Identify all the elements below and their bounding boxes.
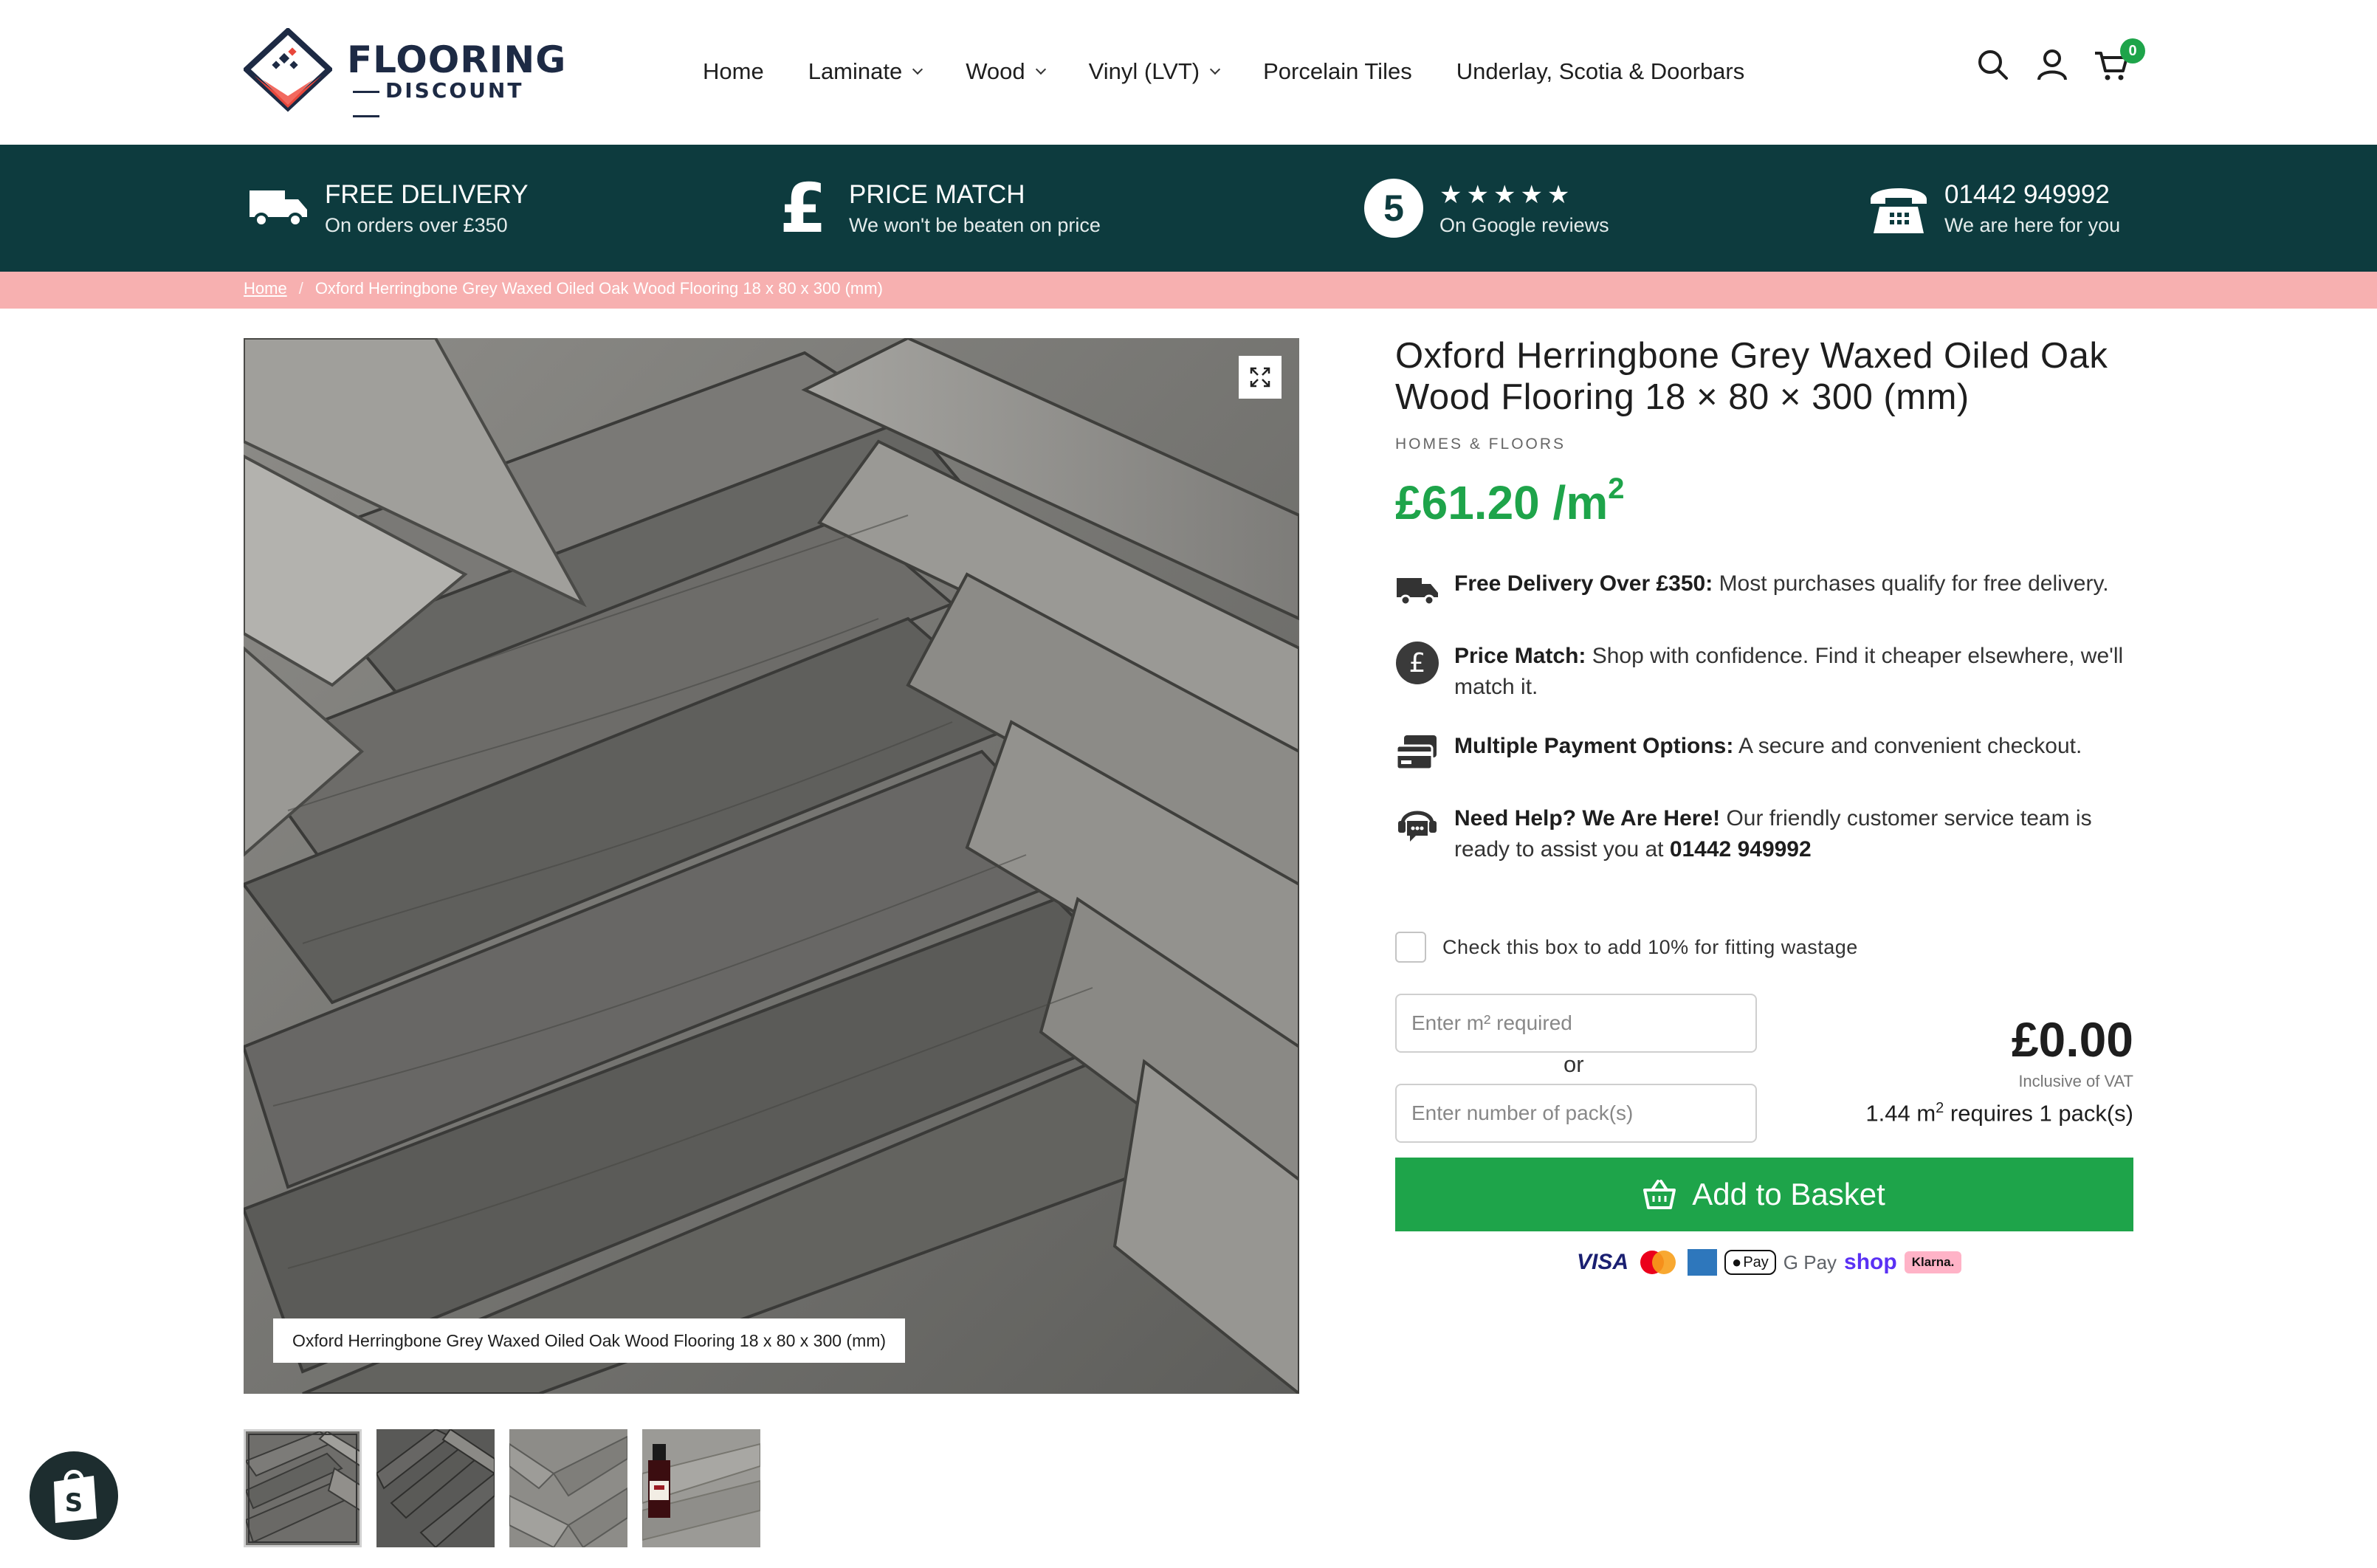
product-info: Oxford Herringbone Grey Waxed Oiled Oak …: [1395, 335, 2133, 530]
nav-laminate[interactable]: Laminate: [808, 58, 923, 85]
google-pay-logo: G Pay: [1783, 1251, 1837, 1273]
product-vendor[interactable]: HOMES & FLOORS: [1395, 436, 2133, 453]
cart-icon[interactable]: 0: [2094, 38, 2145, 83]
support-icon: [1395, 803, 1439, 847]
thumbnail-1[interactable]: [244, 1429, 362, 1547]
add-to-basket-button[interactable]: Add to Basket: [1395, 1158, 2133, 1231]
product-price: £61.20 /m2: [1395, 472, 1625, 529]
expand-image-button[interactable]: [1239, 356, 1282, 399]
breadcrumb-bar: Home / Oxford Herringbone Grey Waxed Oil…: [0, 272, 2377, 309]
total-price: £0.00: [2011, 1012, 2133, 1067]
support-phone-link[interactable]: 01442 949992: [1670, 837, 1812, 862]
vat-note: Inclusive of VAT: [2018, 1072, 2133, 1090]
feature-free-delivery: Free Delivery Over £350: Most purchases …: [1395, 568, 2133, 613]
thumbnail-3[interactable]: [509, 1429, 627, 1547]
usp-reviews-sub: On Google reviews: [1439, 213, 1609, 236]
thumbnail-strip: [244, 1429, 760, 1547]
breadcrumb-separator: /: [298, 279, 303, 298]
wastage-label[interactable]: Check this box to add 10% for fitting wa…: [1442, 936, 1858, 959]
product-title: Oxford Herringbone Grey Waxed Oiled Oak …: [1395, 336, 2108, 417]
chevron-down-icon: [1210, 63, 1221, 75]
wastage-option: Check this box to add 10% for fitting wa…: [1395, 932, 1858, 963]
cart-count-badge: 0: [2120, 38, 2145, 63]
nav-vinyl[interactable]: Vinyl (LVT): [1089, 58, 1221, 85]
thumbnail-2[interactable]: [376, 1429, 495, 1547]
payment-methods: VISA ● Pay G Pay shop Klarna.: [1577, 1245, 1962, 1280]
nav-home[interactable]: Home: [703, 58, 764, 85]
site-header: FLOORING DISCOUNT Home Laminate Wood Vin…: [0, 0, 2377, 145]
shop-pay-logo: shop: [1844, 1250, 1897, 1274]
wastage-checkbox[interactable]: [1395, 932, 1426, 963]
m2-required-input[interactable]: [1395, 994, 1757, 1053]
basket-icon: [1643, 1180, 1676, 1209]
usp-phone-number: 01442 949992: [1944, 179, 2110, 209]
product-features: Free Delivery Over £350: Most purchases …: [1395, 568, 2133, 893]
logo-mark-icon: [244, 28, 332, 112]
rating-badge: 5: [1363, 177, 1425, 239]
chevron-down-icon: [1035, 63, 1046, 75]
feature-need-help: Need Help? We Are Here! Our friendly cus…: [1395, 803, 2133, 865]
card-icon: [1395, 731, 1439, 775]
pack-coverage: 1.44 m2 requires 1 pack(s): [1865, 1100, 2133, 1127]
or-separator: or: [1564, 1051, 1584, 1077]
pound-icon: £: [1395, 641, 1439, 685]
pound-icon: £: [779, 168, 827, 248]
breadcrumb: Home / Oxford Herringbone Grey Waxed Oil…: [244, 279, 883, 298]
breadcrumb-current: Oxford Herringbone Grey Waxed Oiled Oak …: [314, 279, 883, 298]
search-icon[interactable]: [1975, 47, 2011, 83]
truck-icon: [248, 177, 310, 239]
usp-price-match-sub: We won't be beaten on price: [849, 213, 1101, 236]
herringbone-floor-image: [244, 338, 1299, 1394]
mastercard-icon: [1640, 1251, 1676, 1274]
shopping-bag-icon: S: [54, 1470, 97, 1523]
site-logo[interactable]: FLOORING DISCOUNT: [244, 28, 565, 117]
nav-underlay[interactable]: Underlay, Scotia & Doorbars: [1456, 58, 1745, 85]
svg-text:S: S: [65, 1488, 83, 1518]
logo-subtext: DISCOUNT: [347, 78, 554, 127]
usp-price-match-title: PRICE MATCH: [849, 179, 1025, 209]
total-summary: £0.00 Inclusive of VAT 1.44 m2 requires …: [1764, 1011, 2133, 1127]
header-actions: 0: [1975, 38, 2145, 83]
usp-bar: FREE DELIVERY On orders over £350 £ PRIC…: [0, 145, 2377, 272]
usp-delivery-title: FREE DELIVERY: [325, 179, 529, 209]
usp-price-match: £ PRICE MATCH We won't be beaten on pric…: [772, 168, 1101, 248]
phone-icon: [1868, 177, 1930, 239]
product-main-image[interactable]: Oxford Herringbone Grey Waxed Oiled Oak …: [244, 338, 1299, 1394]
shopify-chat-button[interactable]: S: [30, 1451, 118, 1540]
klarna-logo: Klarna.: [1904, 1251, 1962, 1273]
account-icon[interactable]: [2034, 47, 2070, 83]
usp-delivery: FREE DELIVERY On orders over £350: [248, 174, 529, 242]
usp-phone-sub: We are here for you: [1944, 213, 2121, 236]
packs-required-input[interactable]: [1395, 1084, 1757, 1143]
visa-logo: VISA: [1577, 1250, 1629, 1274]
image-caption: Oxford Herringbone Grey Waxed Oiled Oak …: [273, 1318, 906, 1363]
amex-icon: [1688, 1249, 1718, 1276]
main-nav: Home Laminate Wood Vinyl (LVT) Porcelain…: [703, 52, 1744, 92]
chevron-down-icon: [912, 63, 923, 75]
breadcrumb-home[interactable]: Home: [244, 279, 287, 298]
usp-delivery-sub: On orders over £350: [325, 213, 508, 236]
nav-wood[interactable]: Wood: [966, 58, 1046, 85]
feature-price-match: £ Price Match: Shop with confidence. Fin…: [1395, 641, 2133, 703]
star-rating: ★★★★★: [1439, 180, 1575, 209]
nav-porcelain-tiles[interactable]: Porcelain Tiles: [1263, 58, 1412, 85]
usp-reviews: 5 ★★★★★ On Google reviews: [1363, 174, 1609, 242]
feature-payment-options: Multiple Payment Options: A secure and c…: [1395, 731, 2133, 775]
usp-phone[interactable]: 01442 949992 We are here for you: [1868, 174, 2120, 242]
truck-icon: [1395, 568, 1439, 613]
thumbnail-4[interactable]: [642, 1429, 760, 1547]
logo-wordmark: FLOORING: [347, 38, 567, 81]
apple-pay-logo: ● Pay: [1724, 1250, 1776, 1275]
expand-icon: [1250, 367, 1270, 388]
add-to-basket-label: Add to Basket: [1692, 1177, 1885, 1211]
